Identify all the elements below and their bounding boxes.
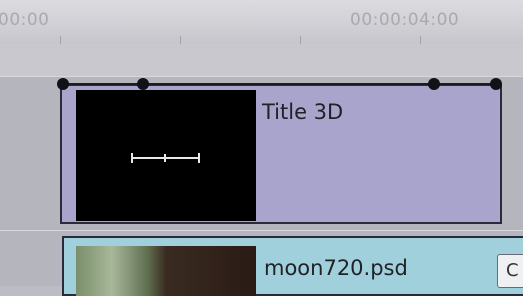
keyframe-handle[interactable] [137,78,149,90]
title-clip-name: Title 3D [262,100,344,124]
moon720-clip[interactable]: moon720.psd C [62,236,523,296]
keyframe-handle[interactable] [490,78,502,90]
clip-badge[interactable]: C [497,254,523,288]
track-divider [0,230,523,231]
thumbnail-line-cap [131,153,133,163]
moon-clip-name: moon720.psd [264,256,408,280]
ruler-tick [60,36,61,44]
overlay-band [0,44,523,76]
thumbnail-line-cap [164,154,166,162]
ruler-tick [420,36,421,44]
title-3d-clip[interactable]: Title 3D [60,84,502,224]
ruler-tick [300,36,301,44]
moon-clip-thumbnail [76,246,256,296]
keyframe-handle[interactable] [57,78,69,90]
ruler-tick [180,36,181,44]
thumbnail-line-cap [198,153,200,163]
title-clip-thumbnail [76,90,256,221]
keyframe-handle[interactable] [428,78,440,90]
timeline-ruler[interactable]: 00:00 00:00:04:00 [0,0,523,45]
track-divider [0,76,523,77]
ruler-start-timecode: 00:00 [0,10,50,30]
thumbnail-title-line [132,157,200,159]
ruler-end-timecode: 00:00:04:00 [350,10,460,30]
